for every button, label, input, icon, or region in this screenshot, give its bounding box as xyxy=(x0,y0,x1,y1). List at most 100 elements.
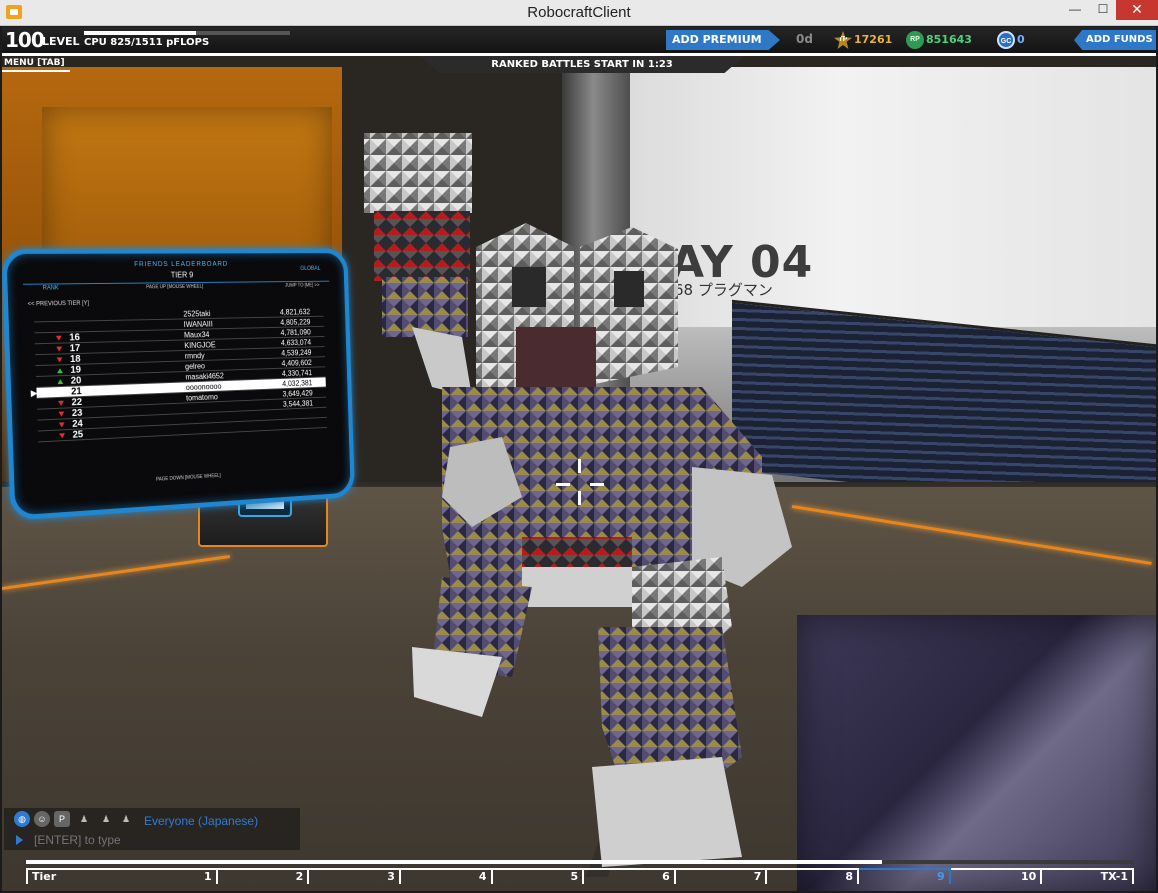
friend-icon[interactable]: ♟ xyxy=(76,811,92,827)
player-rank: 23 xyxy=(71,407,83,420)
close-button[interactable]: ✕ xyxy=(1116,0,1158,20)
chat-arrow-icon xyxy=(16,835,23,845)
tier-segment: TX-1 xyxy=(1042,868,1134,884)
player-score: 4,539,249 xyxy=(281,348,312,358)
galaxy-coins-icon: GC xyxy=(997,31,1015,49)
page-down-hint[interactable]: PAGE DOWN [MOUSE WHEEL] xyxy=(30,466,335,491)
previous-tier-button[interactable]: << PREVIOUS TIER [Y] xyxy=(28,301,89,308)
tech-points-value: 17261 xyxy=(854,33,893,46)
tier-segment: 9 xyxy=(859,868,951,884)
minimize-button[interactable]: — xyxy=(1061,0,1089,20)
group-icon[interactable]: ♟ xyxy=(118,811,134,827)
tier-segment: 4 xyxy=(400,868,493,884)
galaxy-coins: GC 0 xyxy=(997,31,1037,49)
clan-icon[interactable]: ♟ xyxy=(98,811,114,827)
person-icon[interactable]: ☺ xyxy=(34,811,50,827)
tier-label: 4 xyxy=(478,870,487,883)
tier-segment: 7 xyxy=(675,868,768,884)
player-name: gelreo xyxy=(184,361,206,372)
tier-segment: 1 xyxy=(126,868,218,884)
player-score: 4,805,229 xyxy=(280,317,311,327)
tier-label: 1 xyxy=(203,870,212,883)
jump-to-me-button[interactable]: JUMP TO [ME] >> xyxy=(285,283,319,289)
leaderboard-global-tab[interactable]: GLOBAL xyxy=(300,266,320,272)
tier-segment: 2 xyxy=(217,868,310,884)
party-icon[interactable]: P xyxy=(54,811,70,827)
maximize-button[interactable]: ☐ xyxy=(1089,0,1117,20)
rank-down-icon xyxy=(58,422,65,428)
tier-segment: 10 xyxy=(950,868,1043,884)
rank-down-icon xyxy=(58,400,64,406)
chat-panel[interactable]: ◍ ☺ P ♟ ♟ ♟ Everyone (Japanese) xyxy=(4,808,300,850)
player-rank: 18 xyxy=(69,353,81,366)
player-rank: 16 xyxy=(69,332,81,344)
chat-channel[interactable]: Everyone (Japanese) xyxy=(144,814,258,828)
player-score: 4,330,741 xyxy=(281,368,313,379)
top-hud: 100 LEVEL CPU 825/1511 pFLOPS ADD PREMIU… xyxy=(2,27,1156,53)
cpu-bar xyxy=(84,31,290,35)
add-funds-button[interactable]: ADD FUNDS xyxy=(1074,30,1156,50)
premium-days: 0d xyxy=(796,32,813,46)
player-rank: 20 xyxy=(70,375,82,387)
tier-label: TX-1 xyxy=(1100,870,1128,883)
player-score: 3,649,429 xyxy=(282,388,313,399)
menu-button[interactable]: MENU [TAB] xyxy=(4,58,65,68)
friends-leaderboard[interactable]: FRIENDS LEADERBOARD TIER 9 GLOBAL RANK P… xyxy=(2,248,355,521)
robits-value: 851643 xyxy=(926,33,972,46)
player-name: KINGJOE xyxy=(184,340,216,351)
player-score: 4,633,074 xyxy=(280,338,312,348)
rank-down-icon xyxy=(59,433,66,439)
robits-icon: RP xyxy=(906,31,924,49)
rank-column-header: RANK xyxy=(42,285,59,292)
leaderboard-title: FRIENDS LEADERBOARD xyxy=(134,260,229,269)
player-name: masaki4652 xyxy=(185,371,224,382)
tier-label: 7 xyxy=(753,870,762,883)
window-title: RobocraftClient xyxy=(527,4,631,21)
tech-points: TP 17261 xyxy=(834,31,904,49)
player-name: tomatomo xyxy=(185,392,218,403)
globe-icon[interactable]: ◍ xyxy=(14,811,30,827)
player-score: 4,821,632 xyxy=(279,307,311,317)
page-up-hint[interactable]: PAGE UP [MOUSE WHEEL] xyxy=(146,284,203,290)
player-rank: 21 xyxy=(70,386,82,398)
player-score: 4,032,381 xyxy=(282,378,313,389)
tier-label: 5 xyxy=(570,870,579,883)
leaderboard-tier: TIER 9 xyxy=(170,270,194,280)
chat-input[interactable] xyxy=(34,832,294,848)
leaderboard-header: RANK PAGE UP [MOUSE WHEEL] JUMP TO [ME] … xyxy=(23,280,330,294)
tier-label-start: Tier xyxy=(26,868,126,884)
tier-progress-bar: Tier 1 2 3 4 5 6 7 8 9 10 TX-1 xyxy=(26,860,1134,890)
tech-points-icon: TP xyxy=(834,31,852,49)
player-rank: 24 xyxy=(72,418,84,430)
player-score: 4,781,090 xyxy=(280,328,311,338)
robits: RP 851643 xyxy=(906,31,986,49)
tier-progress-fill xyxy=(26,860,883,864)
player-level: 100 xyxy=(5,28,45,52)
player-name: rmndy xyxy=(184,351,205,361)
player-rank: 19 xyxy=(70,364,82,376)
tier-label: 10 xyxy=(1021,870,1037,883)
tier-segment: 3 xyxy=(309,868,401,884)
tier-label: 9 xyxy=(937,870,945,883)
crosshair xyxy=(550,459,610,507)
player-name: IWANAIII xyxy=(183,319,213,329)
player-score: 4,409,602 xyxy=(281,358,312,368)
current-player-pointer: ▶ xyxy=(30,387,38,399)
player-rank: 25 xyxy=(72,429,84,441)
game-viewport[interactable]: AY 04 68 プラグマン FRIENDS LEADERBOARD TIER … xyxy=(2,27,1156,891)
player-name: oooonoooo xyxy=(185,382,222,392)
rank-down-icon xyxy=(56,357,63,363)
add-premium-button[interactable]: ADD PREMIUM xyxy=(666,30,780,50)
player-rank: 22 xyxy=(71,397,83,409)
level-label: LEVEL xyxy=(42,35,80,48)
tier-label: 8 xyxy=(845,870,854,883)
tier-segment: 5 xyxy=(492,868,585,884)
tier-label: 3 xyxy=(387,870,395,883)
cpu-readout: CPU 825/1511 pFLOPS xyxy=(84,37,210,48)
tier-segment: 8 xyxy=(767,868,860,884)
tier-label: 6 xyxy=(662,870,670,883)
rank-down-icon xyxy=(58,411,65,417)
ranked-battles-banner: RANKED BATTLES START IN 1:23 xyxy=(420,56,744,73)
player-name: 2525taki xyxy=(183,309,211,319)
rank-up-icon xyxy=(56,368,63,374)
